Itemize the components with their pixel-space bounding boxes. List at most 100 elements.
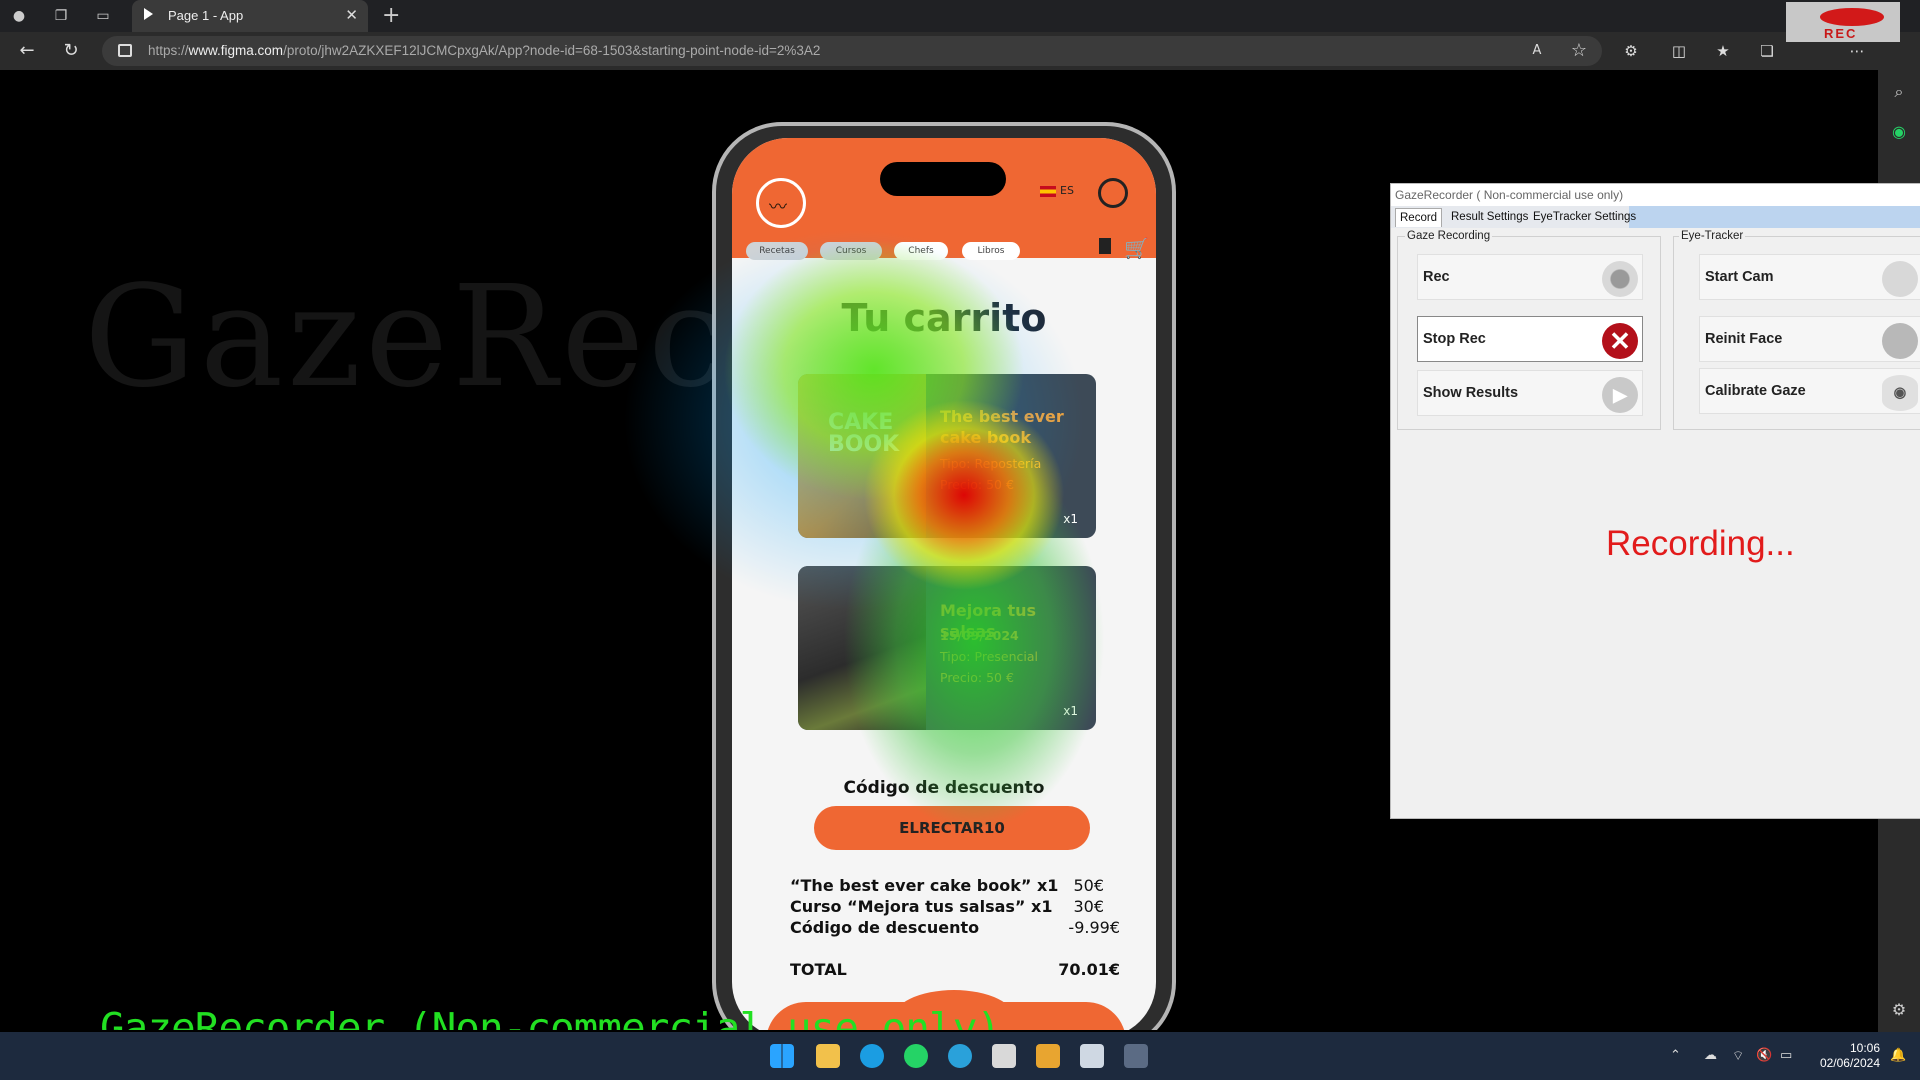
gazerecorder-taskbar-icon[interactable] — [1124, 1044, 1148, 1068]
summary-row: “The best ever cake book” x1 50€ — [790, 876, 1104, 895]
play-icon: ▶ — [1602, 377, 1638, 413]
more-icon[interactable]: ⋯ — [1846, 40, 1868, 62]
gazerecorder-window: GazeRecorder ( Non-commercial use only) … — [1390, 183, 1920, 819]
summary-row: Curso “Mejora tus salsas” x1 30€ — [790, 897, 1104, 916]
reinit-face-button[interactable]: Reinit Face — [1699, 316, 1920, 362]
item-price: Precio: 50 € — [940, 477, 1014, 492]
back-icon[interactable]: ← — [16, 40, 38, 62]
group-title: Gaze Recording — [1405, 230, 1493, 242]
phone-screen: 〰 ES Recetas Cursos Chefs Libros 🛒 Tu ca… — [732, 138, 1156, 1030]
url-text: https://www.figma.com/proto/jhw2AZKXEF12… — [148, 43, 821, 58]
close-tab-icon[interactable]: ✕ — [345, 6, 358, 24]
figma-play-icon — [144, 8, 153, 20]
collections-icon[interactable]: ❐ — [52, 7, 70, 25]
tab-record[interactable]: Record — [1395, 208, 1443, 227]
face-icon — [1882, 323, 1918, 359]
file-explorer-icon[interactable] — [816, 1044, 840, 1068]
browser-tab[interactable]: Page 1 - App ✕ — [132, 0, 368, 32]
chip-chefs[interactable]: Chefs — [894, 242, 948, 260]
webcam-icon — [1882, 261, 1918, 297]
tray-chevron-icon[interactable]: ⌃ — [1670, 1048, 1681, 1063]
telegram-icon[interactable] — [948, 1044, 972, 1068]
item-title: The best ever cake book — [940, 407, 1064, 447]
item-qty: x1 — [1063, 704, 1078, 718]
discount-code-field[interactable]: ELRECTAR10 — [814, 806, 1090, 850]
phone-mockup: 〰 ES Recetas Cursos Chefs Libros 🛒 Tu ca… — [712, 122, 1176, 1030]
whatsapp-taskbar-icon[interactable] — [904, 1044, 928, 1068]
rec-dot-icon — [1820, 8, 1884, 26]
refresh-icon[interactable]: ↻ — [60, 40, 82, 62]
item-qty: x1 — [1063, 512, 1078, 526]
favorites-icon[interactable]: ★ — [1712, 40, 1734, 62]
record-circle-icon — [1602, 261, 1638, 297]
item-price: Precio: 50 € — [940, 670, 1014, 685]
lock-icon — [118, 44, 132, 57]
volume-muted-icon[interactable]: 🔇 — [1756, 1048, 1772, 1063]
url-field[interactable]: https://www.figma.com/proto/jhw2AZKXEF12… — [102, 36, 1602, 66]
edge-icon[interactable] — [860, 1044, 884, 1068]
chef-mustache-icon: 〰 — [769, 197, 787, 218]
tab-eyetracker-settings[interactable]: EyeTracker Settings — [1529, 208, 1640, 226]
notifications-icon[interactable]: 🔔 — [1890, 1048, 1906, 1063]
group-title: Eye-Tracker — [1679, 230, 1746, 242]
search-icon[interactable]: ⌕ — [1889, 82, 1909, 102]
salsas-course-image — [798, 566, 926, 730]
profile-icon[interactable]: ● — [10, 7, 28, 25]
calibrate-gaze-button[interactable]: Calibrate Gaze ◉ — [1699, 368, 1920, 414]
windows-taskbar: ⌃ ☁ ⌔ 🔇 ▭ 10:06 02/06/2024 🔔 — [0, 1032, 1920, 1080]
browser-tab-bar: ● ❐ ▭ Page 1 - App ✕ + — ✕ — [0, 0, 1920, 32]
rec-button[interactable]: Rec — [1417, 254, 1643, 300]
app-icon[interactable] — [1036, 1044, 1060, 1068]
stop-x-icon: ✕ — [1602, 323, 1638, 359]
rec-indicator[interactable]: REC — [1786, 2, 1900, 42]
item-date: 15/09/2024 — [940, 628, 1019, 643]
item-type: Tipo: Presencial — [940, 649, 1038, 664]
eye-icon: ◉ — [1882, 375, 1918, 411]
tab-title: Page 1 - App — [168, 8, 244, 23]
3d-cube-icon[interactable] — [992, 1044, 1016, 1068]
language-selector[interactable]: ES — [1040, 184, 1074, 197]
cart-item-salsas[interactable]: Mejora tus salsas 15/09/2024 Tipo: Prese… — [798, 566, 1096, 730]
non-commercial-overlay: GazeRecorder (Non-commercial use only) — [100, 1004, 1001, 1030]
user-profile-icon[interactable] — [1098, 178, 1128, 208]
bookmark-icon[interactable] — [1099, 238, 1111, 254]
recording-status: Recording... — [1606, 524, 1795, 563]
summary-row: Código de descuento -9.99€ — [790, 918, 1120, 937]
tab-result-settings[interactable]: Result Settings — [1447, 208, 1532, 226]
spain-flag-icon — [1040, 185, 1056, 197]
wifi-icon[interactable]: ⌔ — [1732, 1048, 1744, 1064]
onedrive-icon[interactable]: ☁ — [1704, 1048, 1717, 1063]
system-clock[interactable]: 10:06 02/06/2024 — [1808, 1041, 1880, 1071]
whatsapp-icon[interactable]: ◉ — [1889, 122, 1909, 142]
extensions-icon[interactable]: ⚙ — [1620, 40, 1642, 62]
total-row: TOTAL 70.01€ — [790, 960, 1120, 979]
app-header: 〰 ES Recetas Cursos Chefs Libros 🛒 — [732, 138, 1156, 260]
item-type: Tipo: Repostería — [940, 456, 1042, 471]
windows-start-icon[interactable] — [770, 1044, 794, 1068]
chip-recetas[interactable]: Recetas — [746, 242, 808, 260]
new-tab-button[interactable]: + — [382, 3, 400, 28]
stop-rec-button[interactable]: Stop Rec ✕ — [1417, 316, 1643, 362]
notepad-icon[interactable] — [1080, 1044, 1104, 1068]
dynamic-island — [880, 162, 1006, 196]
read-aloud-icon[interactable]: A — [1526, 40, 1548, 62]
cake-book-image: CAKE BOOK — [798, 374, 926, 538]
address-bar-row: ← ↻ https://www.figma.com/proto/jhw2AZKX… — [0, 32, 1920, 70]
battery-icon[interactable]: ▭ — [1780, 1048, 1792, 1063]
discount-label: Código de descuento — [843, 778, 1045, 798]
chip-libros[interactable]: Libros — [962, 242, 1020, 260]
gazerecorder-titlebar: GazeRecorder ( Non-commercial use only) — [1391, 184, 1920, 206]
cart-icon[interactable]: 🛒 — [1124, 236, 1149, 260]
app-logo[interactable]: 〰 — [756, 178, 806, 228]
gazerecorder-tabs: Record Result Settings EyeTracker Settin… — [1391, 206, 1920, 228]
chip-cursos[interactable]: Cursos — [820, 242, 882, 260]
settings-gear-icon[interactable]: ⚙ — [1889, 1000, 1909, 1020]
cart-title: Tu carrito — [841, 296, 1047, 340]
collections-bar-icon[interactable]: ❏ — [1756, 40, 1778, 62]
split-screen-icon[interactable]: ◫ — [1668, 40, 1690, 62]
start-cam-button[interactable]: Start Cam — [1699, 254, 1920, 300]
favorite-star-icon[interactable]: ☆ — [1568, 40, 1590, 62]
tab-actions-icon[interactable]: ▭ — [94, 7, 112, 25]
cart-item-cake-book[interactable]: CAKE BOOK The best ever cake book Tipo: R… — [798, 374, 1096, 538]
show-results-button[interactable]: Show Results ▶ — [1417, 370, 1643, 416]
